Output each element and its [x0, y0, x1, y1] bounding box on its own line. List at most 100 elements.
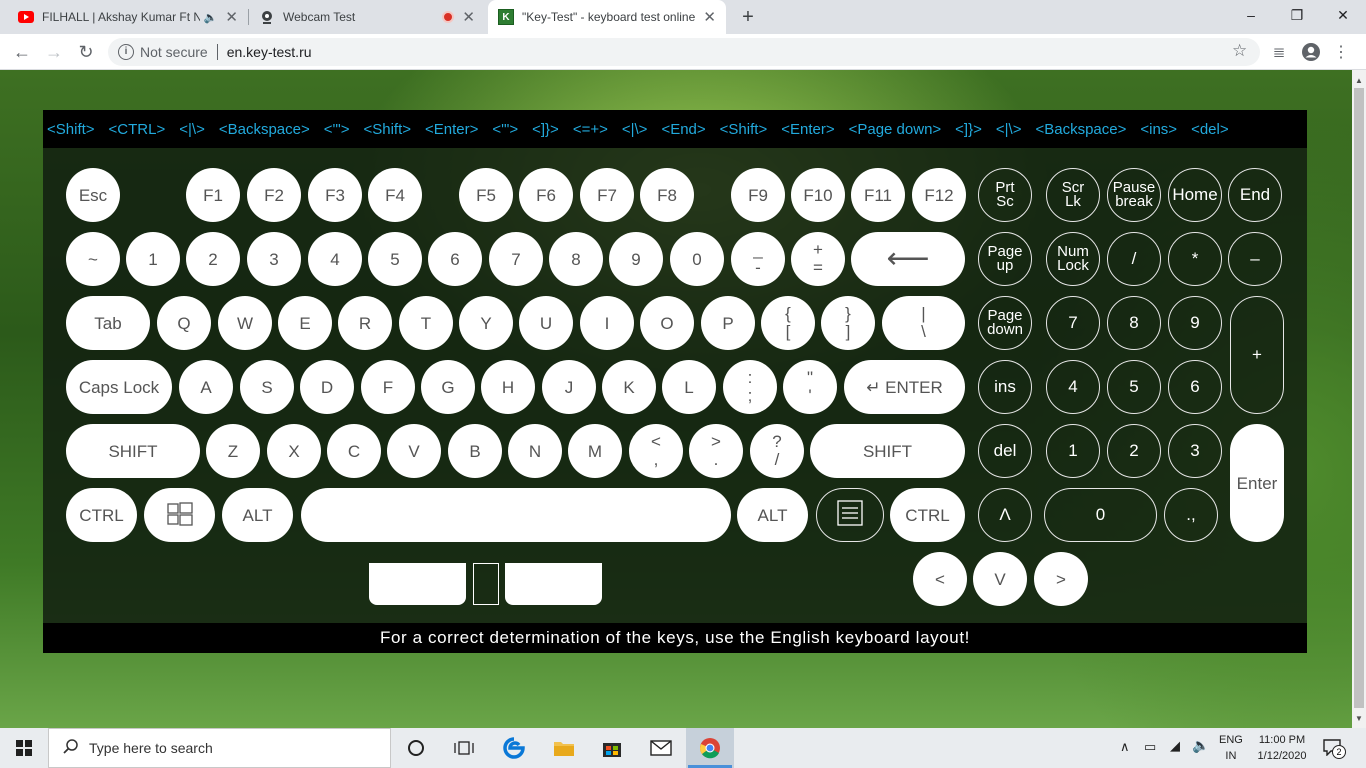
key-print-screen[interactable]: Prt Sc [978, 168, 1032, 222]
key-numpad-6[interactable]: 6 [1168, 360, 1222, 414]
new-tab-button[interactable]: + [736, 5, 760, 29]
file-explorer-icon[interactable] [540, 728, 588, 768]
key-h[interactable]: H [481, 360, 535, 414]
key-q[interactable]: Q [157, 296, 211, 350]
tab-key-test[interactable]: K "Key-Test" - keyboard test online ✕ [488, 0, 726, 34]
key-numpad-0[interactable]: 0 [1044, 488, 1157, 542]
key-arrow-left[interactable]: < [913, 552, 967, 606]
scroll-thumb[interactable] [1354, 88, 1364, 708]
key-r[interactable]: R [338, 296, 392, 350]
key-tab[interactable]: Tab [66, 296, 150, 350]
key-period[interactable]: >. [689, 424, 743, 478]
key-slash[interactable]: ? / [750, 424, 804, 478]
key-pause-break[interactable]: Pause break [1107, 168, 1161, 222]
key-scroll-lock[interactable]: Scr Lk [1046, 168, 1100, 222]
edge-icon[interactable] [490, 728, 538, 768]
chrome-icon[interactable] [686, 728, 734, 768]
key-f10[interactable]: F10 [791, 168, 845, 222]
key-numpad-minus[interactable]: – [1228, 232, 1282, 286]
key-home[interactable]: Home [1168, 168, 1222, 222]
key-numpad-plus[interactable]: + [1230, 296, 1284, 414]
key-space[interactable] [301, 488, 731, 542]
key-e[interactable]: E [278, 296, 332, 350]
key-3[interactable]: 3 [247, 232, 301, 286]
key-i[interactable]: I [580, 296, 634, 350]
key-f2[interactable]: F2 [247, 168, 301, 222]
key-page-down[interactable]: Page down [978, 296, 1032, 350]
key-2[interactable]: 2 [186, 232, 240, 286]
key-f1[interactable]: F1 [186, 168, 240, 222]
info-icon[interactable]: i [118, 44, 134, 60]
key-comma[interactable]: <, [629, 424, 683, 478]
key-insert[interactable]: ins [978, 360, 1032, 414]
wifi-icon[interactable]: ◢ [1170, 738, 1180, 754]
key-d[interactable]: D [300, 360, 354, 414]
scrollbar[interactable]: ▲ ▼ [1352, 70, 1366, 728]
key-caps-lock[interactable]: Caps Lock [66, 360, 172, 414]
key-left-bracket[interactable]: {[ [761, 296, 815, 350]
key-numpad-enter[interactable]: Enter [1230, 424, 1284, 542]
forward-icon[interactable]: → [41, 39, 67, 65]
key-7[interactable]: 7 [489, 232, 543, 286]
key-n[interactable]: N [508, 424, 562, 478]
key-j[interactable]: J [542, 360, 596, 414]
key-m[interactable]: M [568, 424, 622, 478]
key-numpad-multiply[interactable]: * [1168, 232, 1222, 286]
key-a[interactable]: A [179, 360, 233, 414]
mail-icon[interactable] [637, 728, 685, 768]
address-bar[interactable]: i Not secure en.key-test.ru ☆ [108, 38, 1260, 66]
key-arrow-up[interactable]: Λ [978, 488, 1032, 542]
key-delete[interactable]: del [978, 424, 1032, 478]
key-backslash[interactable]: | \ [882, 296, 965, 350]
key-numpad-decimal[interactable]: ., [1164, 488, 1218, 542]
menu-icon[interactable]: ⋮ [1328, 39, 1354, 65]
key-equals[interactable]: + = [791, 232, 845, 286]
key-f8[interactable]: F8 [640, 168, 694, 222]
key-shift-left[interactable]: SHIFT [66, 424, 200, 478]
key-0[interactable]: 0 [670, 232, 724, 286]
key-f6[interactable]: F6 [519, 168, 573, 222]
key-f12[interactable]: F12 [912, 168, 966, 222]
scroll-down-icon[interactable]: ▼ [1355, 714, 1363, 723]
key-u[interactable]: U [519, 296, 573, 350]
key-f9[interactable]: F9 [731, 168, 785, 222]
key-menu[interactable] [816, 488, 884, 542]
clock[interactable]: 11:00 PM 1/12/2020 [1250, 732, 1314, 764]
bookmark-star-icon[interactable]: ☆ [1232, 41, 1247, 61]
key-enter[interactable]: ↵ ENTER [844, 360, 965, 414]
tab-youtube[interactable]: FILHALL | Akshay Kumar Ft N 🔈 ✕ [8, 0, 248, 34]
key-numpad-8[interactable]: 8 [1107, 296, 1161, 350]
key-f[interactable]: F [361, 360, 415, 414]
close-window-button[interactable]: ✕ [1320, 0, 1366, 30]
reload-icon[interactable]: ↻ [73, 39, 99, 65]
key-quote[interactable]: " ' [783, 360, 837, 414]
key-numpad-4[interactable]: 4 [1046, 360, 1100, 414]
key-y[interactable]: Y [459, 296, 513, 350]
key-f4[interactable]: F4 [368, 168, 422, 222]
close-tab-icon[interactable]: ✕ [462, 8, 475, 26]
key-s[interactable]: S [240, 360, 294, 414]
key-k[interactable]: K [602, 360, 656, 414]
key-arrow-down[interactable]: V [973, 552, 1027, 606]
key-ctrl-left[interactable]: CTRL [66, 488, 137, 542]
key-p[interactable]: P [701, 296, 755, 350]
key-9[interactable]: 9 [609, 232, 663, 286]
scroll-up-icon[interactable]: ▲ [1355, 76, 1363, 85]
key-f7[interactable]: F7 [580, 168, 634, 222]
maximize-button[interactable]: ❐ [1274, 0, 1320, 30]
close-tab-icon[interactable]: ✕ [703, 8, 716, 26]
key-tilde[interactable]: ~ [66, 232, 120, 286]
key-8[interactable]: 8 [549, 232, 603, 286]
profile-icon[interactable] [1298, 39, 1324, 65]
url-text[interactable]: en.key-test.ru [227, 44, 312, 60]
minimize-button[interactable]: – [1228, 0, 1274, 30]
key-numpad-7[interactable]: 7 [1046, 296, 1100, 350]
cortana-icon[interactable] [392, 728, 440, 768]
key-4[interactable]: 4 [308, 232, 362, 286]
key-arrow-right[interactable]: > [1034, 552, 1088, 606]
key-alt-left[interactable]: ALT [222, 488, 293, 542]
store-icon[interactable] [588, 728, 636, 768]
key-minus[interactable]: _ - [731, 232, 785, 286]
key-w[interactable]: W [218, 296, 272, 350]
battery-icon[interactable]: ▭ [1144, 739, 1156, 755]
